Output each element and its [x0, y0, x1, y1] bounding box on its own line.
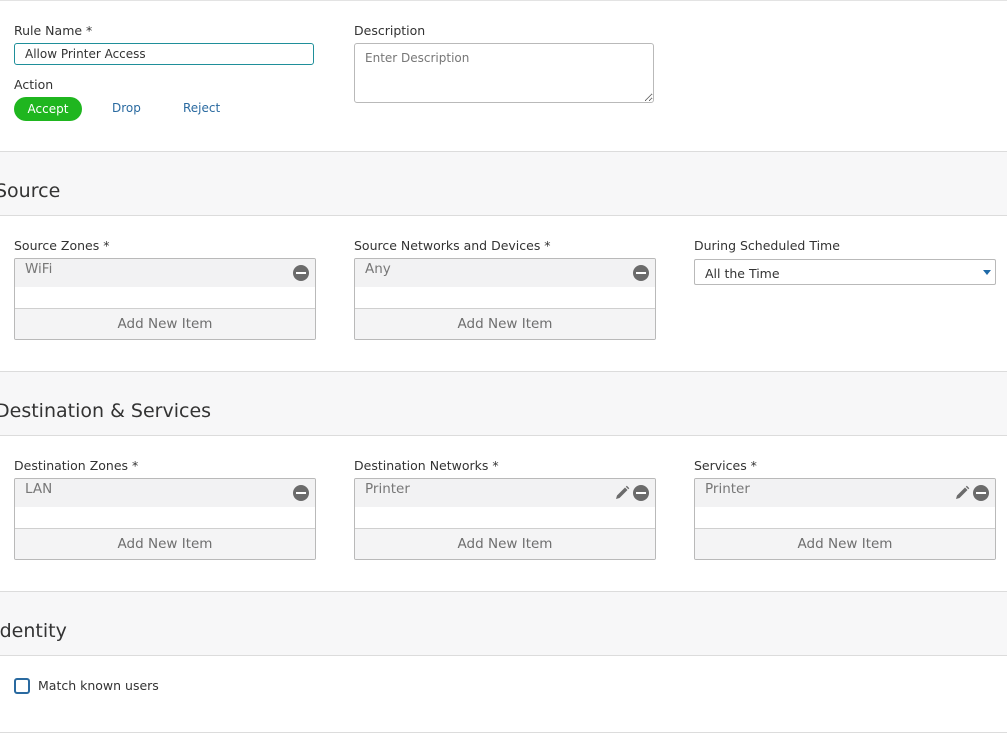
- top-divider: [0, 0, 1007, 1]
- chevron-down-icon: [983, 270, 991, 275]
- list-item-text: WiFi: [25, 261, 53, 277]
- list-item: LAN: [15, 479, 315, 507]
- pencil-icon[interactable]: [614, 485, 630, 501]
- add-service-button[interactable]: Add New Item: [695, 528, 995, 559]
- bottom-divider: [0, 732, 1007, 733]
- identity-section-title: Identity: [0, 620, 67, 642]
- remove-circle-icon[interactable]: [633, 265, 649, 281]
- add-source-network-button[interactable]: Add New Item: [355, 308, 655, 339]
- remove-circle-icon[interactable]: [293, 265, 309, 281]
- remove-circle-icon[interactable]: [973, 485, 989, 501]
- match-known-users-label: Match known users: [38, 678, 159, 693]
- services-list: Printer Add New Item: [694, 478, 996, 560]
- list-item: WiFi: [15, 259, 315, 287]
- reject-button[interactable]: Reject: [183, 101, 220, 115]
- list-item-text: Printer: [365, 481, 410, 497]
- remove-circle-icon[interactable]: [293, 485, 309, 501]
- add-source-zone-button[interactable]: Add New Item: [15, 308, 315, 339]
- source-networks-label: Source Networks and Devices *: [354, 238, 551, 253]
- destination-networks-label: Destination Networks *: [354, 458, 499, 473]
- accept-button[interactable]: Accept: [14, 97, 82, 121]
- add-destination-zone-button[interactable]: Add New Item: [15, 528, 315, 559]
- destination-section-title: Destination & Services: [0, 400, 212, 422]
- source-networks-list: Any Add New Item: [354, 258, 656, 340]
- rule-name-input[interactable]: [14, 43, 314, 65]
- pencil-icon[interactable]: [954, 485, 970, 501]
- list-item-text: Any: [365, 261, 391, 277]
- source-zones-label: Source Zones *: [14, 238, 110, 253]
- description-label: Description: [354, 23, 426, 38]
- rule-name-label: Rule Name *: [14, 23, 93, 38]
- schedule-select[interactable]: All the Time: [694, 259, 996, 285]
- source-section-header: [0, 151, 1007, 216]
- destination-networks-list: Printer Add New Item: [354, 478, 656, 560]
- add-destination-network-button[interactable]: Add New Item: [355, 528, 655, 559]
- services-label: Services *: [694, 458, 757, 473]
- destination-zones-label: Destination Zones *: [14, 458, 139, 473]
- schedule-label: During Scheduled Time: [694, 238, 840, 253]
- schedule-select-value: All the Time: [705, 266, 780, 281]
- description-textarea[interactable]: [354, 43, 654, 103]
- remove-circle-icon[interactable]: [633, 485, 649, 501]
- firewall-rule-form: Rule Name * Action Accept Drop Reject De…: [0, 0, 1007, 736]
- source-zones-list: WiFi Add New Item: [14, 258, 316, 340]
- match-known-users-checkbox[interactable]: [14, 678, 30, 694]
- list-item: Printer: [355, 479, 655, 507]
- destination-zones-list: LAN Add New Item: [14, 478, 316, 560]
- list-item: Printer: [695, 479, 995, 507]
- identity-section-header: [0, 591, 1007, 656]
- action-label: Action: [14, 77, 54, 92]
- list-item-text: Printer: [705, 481, 750, 497]
- list-item: Any: [355, 259, 655, 287]
- source-section-title: Source: [0, 180, 61, 202]
- list-item-text: LAN: [25, 481, 53, 497]
- drop-button[interactable]: Drop: [112, 101, 141, 115]
